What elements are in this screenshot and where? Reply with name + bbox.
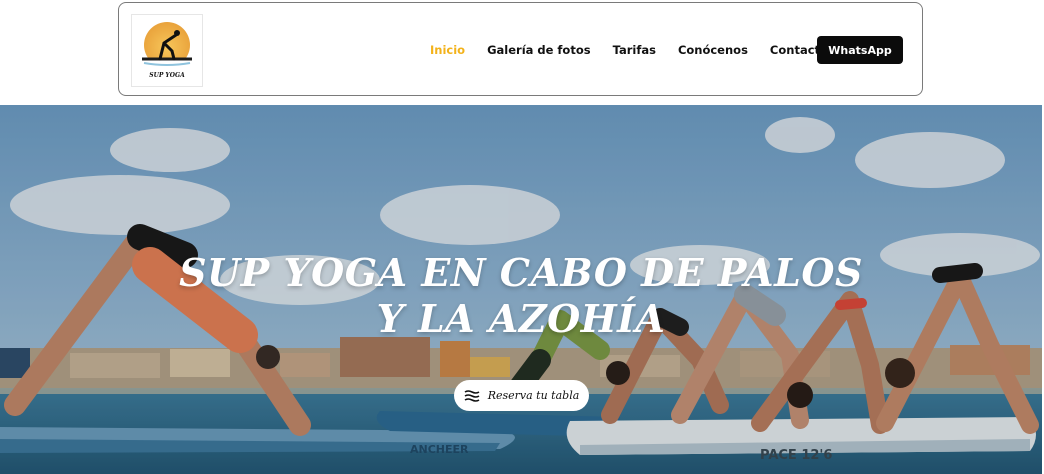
nav-item-tarifas[interactable]: Tarifas <box>613 43 656 57</box>
logo[interactable]: SUP YOGA <box>131 14 203 87</box>
nav-item-conocenos[interactable]: Conócenos <box>678 43 748 57</box>
logo-graphic: SUP YOGA <box>140 22 194 79</box>
reserve-board-button[interactable]: Reserva tu tabla <box>454 380 589 411</box>
nav-item-inicio[interactable]: Inicio <box>430 43 465 57</box>
hero-title: SUP YOGA EN CABO DE PALOS Y LA AZOHÍA <box>0 250 1042 342</box>
whatsapp-button[interactable]: WhatsApp <box>817 36 903 64</box>
hero-section: ANCHEER PACE 12'6 SUP YOGA EN CABO DE PA… <box>0 105 1042 474</box>
hero-title-line1: SUP YOGA EN CABO DE PALOS <box>179 250 863 296</box>
logo-text: SUP YOGA <box>149 72 185 79</box>
reserve-board-label: Reserva tu tabla <box>487 389 580 402</box>
nav-item-galeria[interactable]: Galería de fotos <box>487 43 591 57</box>
waves-icon <box>464 389 480 402</box>
site-header: SUP YOGA Inicio Galería de fotos Tarifas… <box>118 2 923 96</box>
hero-title-line2: Y LA AZOHÍA <box>376 296 666 342</box>
main-nav: Inicio Galería de fotos Tarifas Conóceno… <box>430 3 850 97</box>
page: SUP YOGA Inicio Galería de fotos Tarifas… <box>0 0 1044 474</box>
